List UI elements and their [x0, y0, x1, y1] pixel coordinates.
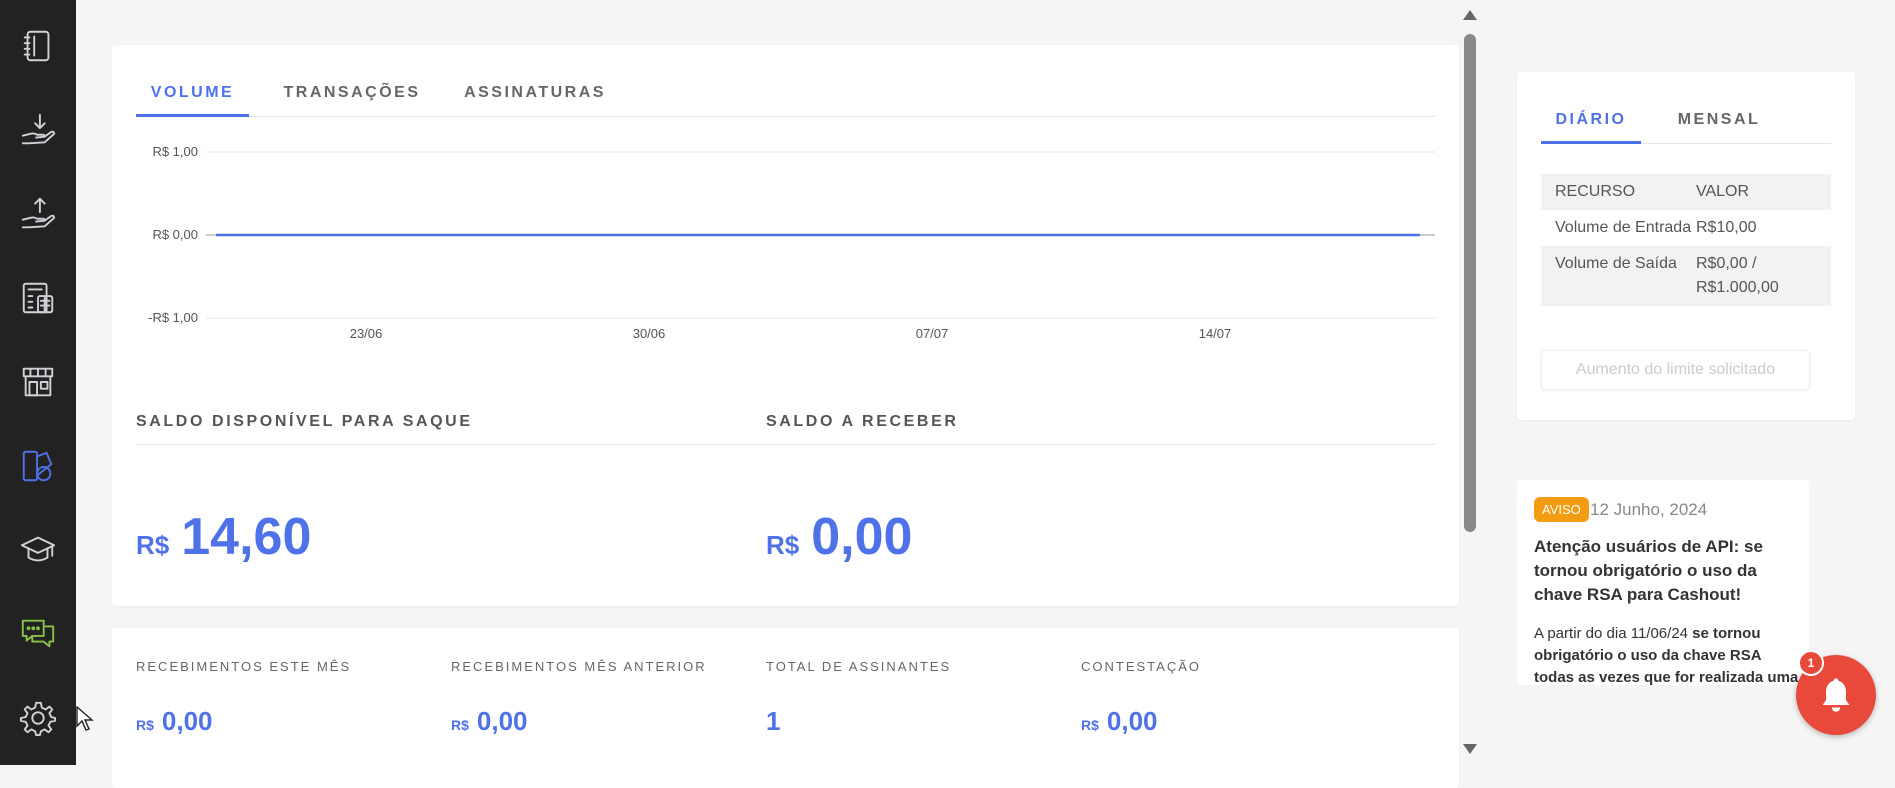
sidebar-item-deposit[interactable]: [0, 88, 76, 172]
scroll-down-icon[interactable]: [1463, 744, 1477, 754]
tab-diario[interactable]: DIÁRIO: [1541, 96, 1641, 144]
x-tick-label: 30/06: [633, 326, 666, 341]
stat-label-subscribers: TOTAL DE ASSINANTES: [766, 659, 952, 674]
row-value: R$10,00: [1696, 219, 1757, 236]
tab-transacoes[interactable]: TRANSAÇÕES: [249, 69, 455, 116]
main-content: VOLUME TRANSAÇÕES ASSINATURAS R$ 1,00 R$ …: [76, 0, 1480, 788]
tab-mensal[interactable]: MENSAL: [1641, 96, 1797, 143]
volume-chart: R$ 1,00 R$ 0,00 -R$ 1,00 23/06 30/06 07/07 14/…: [148, 144, 1435, 341]
y-tick-label: R$ 1,00: [152, 144, 198, 159]
x-tick-label: 07/07: [916, 326, 949, 341]
mouse-cursor-icon: [76, 706, 94, 731]
sidebar-item-dashboard[interactable]: [0, 424, 76, 508]
main-scrollbar[interactable]: [1460, 0, 1480, 765]
withdraw-icon: [21, 197, 56, 229]
sidebar-item-notebook[interactable]: [0, 4, 76, 88]
notebook-icon: [23, 30, 50, 62]
y-tick-label: -R$ 1,00: [148, 310, 198, 325]
sidebar-item-store[interactable]: [0, 340, 76, 424]
receivable-balance-label: SALDO A RECEBER: [766, 413, 959, 430]
chat-icon: [21, 619, 55, 648]
bell-icon: [1822, 678, 1850, 712]
receivable-balance-value: R$ 0,00: [766, 507, 912, 567]
table-header: RECURSO VALOR: [1541, 174, 1831, 210]
volume-card: VOLUME TRANSAÇÕES ASSINATURAS R$ 1,00 R$ …: [112, 45, 1459, 606]
notice-badge: AVISO: [1534, 497, 1589, 522]
stat-amount: 1: [766, 706, 781, 736]
stat-value-this-month: R$ 0,00: [136, 706, 213, 737]
sidebar-item-settings[interactable]: [0, 676, 76, 760]
table-row: Volume de Saída R$0,00 / R$1.000,00: [1541, 246, 1831, 306]
balance-divider: [136, 444, 1435, 445]
notice-date: 12 Junho, 2024: [1590, 500, 1708, 519]
calculator-icon: [22, 282, 54, 314]
available-balance-amount: 14,60: [181, 508, 312, 566]
row-value: R$0,00 / R$1.000,00: [1696, 255, 1779, 296]
receivable-balance-amount: 0,00: [811, 508, 913, 566]
receivable-balance-currency: R$: [766, 530, 800, 560]
limits-table: RECURSO VALOR Volume de Entrada R$10,00 …: [1541, 174, 1831, 306]
stat-currency: R$: [1081, 717, 1099, 733]
sidebar-item-academy[interactable]: [0, 508, 76, 592]
stat-label-last-month: RECEBIMENTOS MÊS ANTERIOR: [451, 659, 707, 674]
tab-assinaturas[interactable]: ASSINATURAS: [455, 69, 615, 116]
available-balance-value: R$ 14,60: [136, 507, 311, 567]
sidebar-item-withdraw[interactable]: [0, 172, 76, 256]
dashboard-icon: [22, 450, 53, 482]
stat-currency: R$: [451, 717, 469, 733]
table-row: Volume de Entrada R$10,00: [1541, 210, 1831, 246]
available-balance-currency: R$: [136, 530, 170, 560]
limit-increase-button[interactable]: Aumento do limite solicitado: [1541, 350, 1810, 390]
column-header-value: VALOR: [1696, 183, 1750, 200]
store-icon: [22, 367, 54, 397]
sidebar-item-chat[interactable]: [0, 592, 76, 676]
scroll-up-icon[interactable]: [1463, 10, 1477, 20]
row-resource: Volume de Entrada: [1555, 219, 1692, 236]
notification-count-badge: 1: [1798, 650, 1824, 676]
x-tick-label: 14/07: [1199, 326, 1232, 341]
settings-icon: [19, 701, 57, 737]
deposit-icon: [21, 113, 56, 145]
notice-card[interactable]: AVISO 12 Junho, 2024 Atenção usuários de…: [1517, 480, 1809, 685]
stat-amount: 0,00: [1106, 706, 1158, 736]
sidebar: [0, 0, 76, 765]
stats-card: RECEBIMENTOS ESTE MÊS RECEBIMENTOS MÊS A…: [112, 628, 1459, 788]
stat-value-disputes: R$ 0,00: [1081, 706, 1158, 737]
sidebar-item-calculator[interactable]: [0, 256, 76, 340]
notice-title: Atenção usuários de API: se tornou obrig…: [1534, 537, 1763, 604]
available-balance-label: SALDO DISPONÍVEL PARA SAQUE: [136, 413, 473, 430]
stat-value-last-month: R$ 0,00: [451, 706, 528, 737]
stat-label-disputes: CONTESTAÇÃO: [1081, 659, 1201, 674]
stat-value-subscribers: 1: [766, 706, 780, 737]
x-tick-label: 23/06: [350, 326, 383, 341]
y-tick-label: R$ 0,00: [152, 227, 198, 242]
graduation-cap-icon: [20, 536, 56, 562]
volume-tabs: VOLUME TRANSAÇÕES ASSINATURAS: [136, 69, 1435, 117]
tab-volume[interactable]: VOLUME: [136, 69, 249, 117]
column-header-resource: RECURSO: [1555, 183, 1636, 200]
scroll-thumb[interactable]: [1464, 34, 1476, 532]
limits-tabs: DIÁRIO MENSAL: [1541, 96, 1831, 144]
notice-body: A partir do dia 11/06/24 se tornou obrig…: [1534, 623, 1799, 685]
notice-body-prefix: A partir do dia 11/06/24: [1534, 625, 1693, 642]
stat-amount: 0,00: [476, 706, 528, 736]
stat-amount: 0,00: [161, 706, 213, 736]
stat-label-this-month: RECEBIMENTOS ESTE MÊS: [136, 659, 352, 674]
row-resource: Volume de Saída: [1555, 255, 1677, 272]
stat-currency: R$: [136, 717, 154, 733]
